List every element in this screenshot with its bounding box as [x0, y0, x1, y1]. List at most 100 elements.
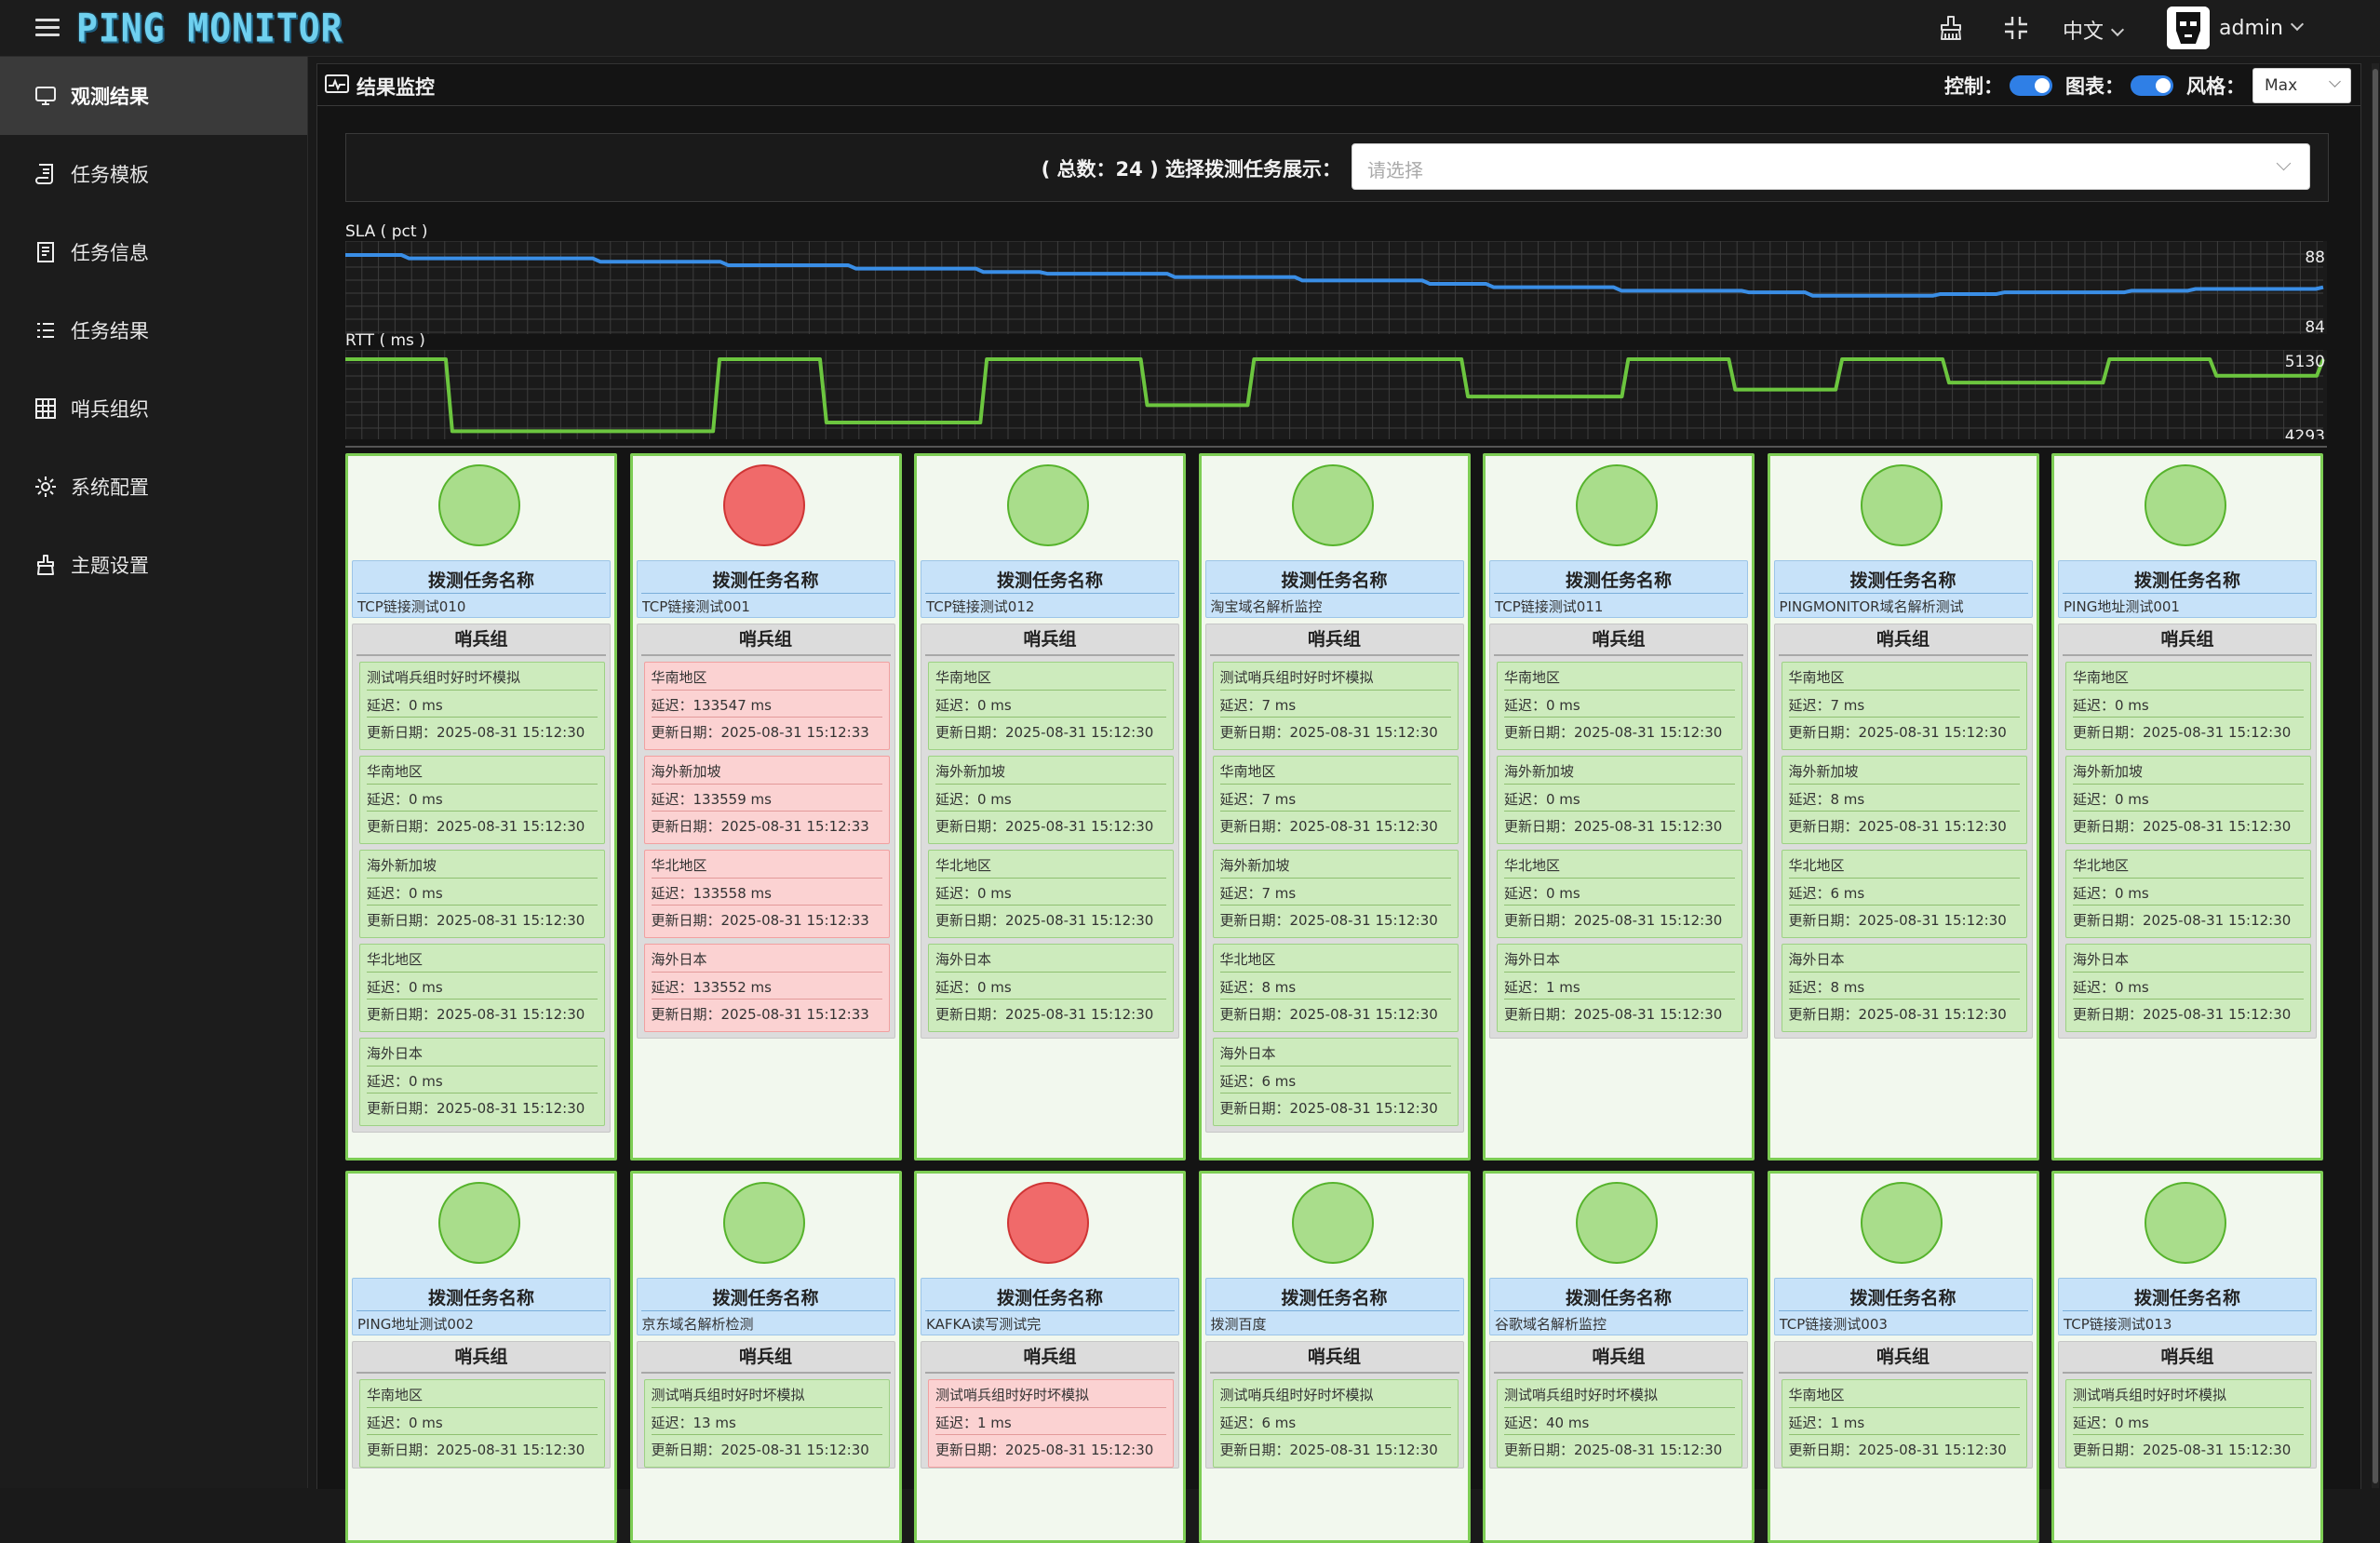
task-card[interactable]: 拨测任务名称 KAFKA读写测试完 哨兵组 测试哨兵组时好时坏模拟 延迟：1 ms 更新日… [914, 1171, 1186, 1543]
sentinel-item[interactable]: 海外新加坡 延迟：0 ms 更新日期：2025-08-31 15:12:30 [1497, 756, 1742, 844]
sentinel-item[interactable]: 华北地区 延迟：8 ms 更新日期：2025-08-31 15:12:30 [1212, 944, 1459, 1032]
sentinel-group-title: 哨兵组 [1209, 624, 1459, 656]
sentinel-region: 海外日本 [1788, 951, 1845, 968]
divider [1504, 1434, 1735, 1435]
sentinel-item[interactable]: 海外新加坡 延迟：7 ms 更新日期：2025-08-31 15:12:30 [1212, 850, 1459, 938]
sentinel-item[interactable]: 华南地区 延迟：0 ms 更新日期：2025-08-31 15:12:30 [359, 756, 605, 844]
task-name-title: 拨测任务名称 [2133, 570, 2240, 591]
sentinel-item[interactable]: 海外新加坡 延迟：8 ms 更新日期：2025-08-31 15:12:30 [1781, 756, 2027, 844]
chart-toggle[interactable] [2131, 75, 2173, 96]
sentinel-date: 更新日期：2025-08-31 15:12:30 [1788, 1006, 2007, 1023]
task-card[interactable]: 拨测任务名称 PING地址测试001 哨兵组 华南地区 延迟：0 ms 更新日期：2025… [2051, 453, 2323, 1161]
task-name-title: 拨测任务名称 [1565, 570, 1672, 591]
brush-icon [37, 555, 54, 575]
sidebar-item-theme[interactable]: 主题设置 [0, 526, 307, 604]
task-card[interactable]: 拨测任务名称 TCP链接测试012 哨兵组 华南地区 延迟：0 ms 更新日期：2025-… [914, 453, 1186, 1161]
sentinel-item[interactable]: 华南地区 延迟：0 ms 更新日期：2025-08-31 15:12:30 [359, 1379, 605, 1468]
sentinel-item[interactable]: 海外日本延迟：0 ms 更新日期：2025-08-31 15:12:30 [928, 944, 1174, 1032]
sidebar-item-task-results[interactable]: 任务结果 [0, 291, 307, 369]
sentinel-item[interactable]: 海外日本 延迟：133552 ms 更新日期：2025-08-31 15:12:33 [643, 944, 890, 1032]
sentinel-item[interactable]: 海外日本 延迟：0 ms 更新日期：2025-08-31 15:12:30 [359, 1038, 605, 1126]
sidebar-item-results[interactable]: 观测结果 [0, 57, 307, 135]
task-card[interactable]: 拨测任务名称 TCP链接测试010 哨兵组 测试哨兵组时好时坏模拟 延迟：0 ms 更新日… [345, 453, 617, 1161]
sentinel-item[interactable]: 海外新加坡 延迟：0 ms 更新日期：2025-08-31 15:12:30 [2065, 756, 2311, 844]
sentinel-item[interactable]: 测试哨兵组时好时坏模拟 延迟：40 ms 更新日期：2025-08-31 15:12… [1497, 1379, 1742, 1468]
task-card[interactable]: 拨测任务名称 PING地址测试002 哨兵组 华南地区 延迟：0 ms 更新日期：2025… [345, 1171, 617, 1543]
sentinel-item[interactable]: 海外日本 延迟：1 ms 更新日期：2025-08-31 15:12:30 [1497, 944, 1742, 1032]
task-card[interactable]: 拨测任务名称 谷歌域名解析监控 哨兵组 测试哨兵组时好时坏模拟 延迟：40 ms 更新日期… [1483, 1171, 1755, 1543]
sentinel-group-title: 哨兵组 [2063, 1342, 2312, 1374]
sentinel-item[interactable]: 测试哨兵组时好时坏模拟 延迟：0 ms 更新日期：2025-08-31 15:12:… [359, 662, 605, 750]
divider [1788, 972, 2020, 973]
sentinel-item[interactable]: 海外新加坡 延迟：133559 ms 更新日期：2025-08-31 15:12:3… [643, 756, 890, 844]
sentinel-item[interactable]: 海外新加坡 延迟：0 ms 更新日期：2025-08-31 15:12:30 [359, 850, 605, 938]
theme-brush-icon[interactable] [1936, 13, 1966, 43]
sidebar-item-system[interactable]: 系统配置 [0, 448, 307, 526]
task-card[interactable]: 拨测任务名称 TCP链接测试003 哨兵组 华南地区 延迟：1 ms 更新日期：2025-… [1767, 1171, 2039, 1543]
vertical-scrollbar[interactable] [2372, 63, 2379, 1488]
task-card[interactable]: 拨测任务名称 TCP链接测试013 哨兵组 测试哨兵组时好时坏模拟 延迟：0 ms 更新日… [2051, 1171, 2323, 1543]
chart-label: 图表： [2065, 75, 2124, 98]
sidebar-item-templates[interactable]: 任务模板 [0, 135, 307, 213]
sentinel-region: 海外日本 [935, 951, 992, 968]
sentinel-region: 海外新加坡 [935, 763, 1006, 780]
task-card[interactable]: 拨测任务名称 京东域名解析检测 哨兵组 测试哨兵组时好时坏模拟 延迟：13 ms 更新日期… [629, 1171, 902, 1543]
sentinel-group: 哨兵组 华南地区 延迟：0 ms 更新日期：2025-08-31 15:12:30 海外… [921, 624, 1179, 1039]
divider [935, 905, 1166, 906]
language-select[interactable]: 中文 [2063, 15, 2125, 45]
status-indicator [438, 1182, 520, 1264]
task-name-box: 拨测任务名称 TCP链接测试011 [1489, 560, 1748, 618]
control-toggle[interactable] [2010, 75, 2052, 96]
exit-fullscreen-icon[interactable] [2001, 13, 2031, 43]
divider [2073, 905, 2304, 906]
sentinel-item[interactable]: 华北地区 延迟：0 ms 更新日期：2025-08-31 15:12:30 [1497, 850, 1742, 938]
sentinel-delay: 延迟：0 ms [935, 979, 1012, 996]
task-card[interactable]: 拨测任务名称 淘宝域名解析监控 哨兵组 测试哨兵组时好时坏模拟 延迟：7 ms 更新日期：… [1198, 453, 1471, 1161]
sentinel-group-title: 哨兵组 [925, 1342, 1175, 1374]
sentinel-item[interactable]: 测试哨兵组时好时坏模拟 延迟：13 ms 更新日期：2025-08-31 15:12… [643, 1379, 890, 1468]
sentinel-item[interactable]: 华南地区 延迟：7 ms 更新日期：2025-08-31 15:12:30 [1212, 756, 1459, 844]
task-card[interactable]: 拨测任务名称 PINGMONITOR域名解析测试 哨兵组 华南地区 延迟：7 ms 更新日… [1767, 453, 2039, 1161]
sentinel-group: 哨兵组 华南地区 延迟：7 ms 更新日期：2025-08-31 15:12:30 海外… [1773, 624, 2033, 1039]
task-card[interactable]: 拨测任务名称 TCP链接测试011 哨兵组 华南地区 延迟：0 ms 更新日期：2025-… [1483, 453, 1755, 1161]
divider [651, 972, 882, 973]
sentinel-group-title: 哨兵组 [356, 624, 606, 656]
sentinel-item[interactable]: 华南地区 延迟：1 ms 更新日期：2025-08-31 15:12:30 [1781, 1379, 2027, 1468]
sentinel-item[interactable]: 华南地区 延迟：0 ms 更新日期：2025-08-31 15:12:30 [2065, 662, 2311, 750]
divider [1504, 905, 1735, 906]
sentinel-item[interactable]: 海外日本 延迟：8 ms 更新日期：2025-08-31 15:12:30 [1781, 944, 2027, 1032]
filter-label: ( 总数：24 ) 选择拨测任务展示： [1041, 158, 1341, 181]
sentinel-item[interactable]: 华北地区 延迟：133558 ms 更新日期：2025-08-31 15:12:33 [643, 850, 890, 938]
task-card[interactable]: 拨测任务名称 拨测百度 哨兵组 测试哨兵组时好时坏模拟 延迟：6 ms 更新日期：2025… [1198, 1171, 1471, 1543]
sentinel-item[interactable]: 华南地区 延迟：0 ms 更新日期：2025-08-31 15:12:30 [928, 662, 1174, 750]
sentinel-item[interactable]: 测试哨兵组时好时坏模拟 延迟：0 ms 更新日期：2025-08-31 15:12:… [2065, 1379, 2311, 1468]
sentinel-item[interactable]: 华北地区 延迟：6 ms 更新日期：2025-08-31 15:12:30 [1781, 850, 2027, 938]
sentinel-item[interactable]: 海外日本 延迟：6 ms 更新日期：2025-08-31 15:12:30 [1212, 1038, 1459, 1126]
divider [1788, 784, 2020, 785]
sentinel-date: 更新日期：2025-08-31 15:12:30 [2073, 724, 2292, 741]
sentinel-item[interactable]: 华北地区 延迟：0 ms 更新日期：2025-08-31 15:12:30 [928, 850, 1174, 938]
sidebar-item-info[interactable]: 任务信息 [0, 213, 307, 291]
divider [1219, 1093, 1451, 1094]
user-menu[interactable]: admin [2167, 6, 2305, 50]
sentinel-item[interactable]: 华北地区 延迟：0 ms 更新日期：2025-08-31 15:12:30 [2065, 850, 2311, 938]
task-select[interactable]: 请选择 [1351, 143, 2310, 190]
sentinel-item[interactable]: 测试哨兵组时好时坏模拟 延迟：1 ms 更新日期：2025-08-31 15:12:… [928, 1379, 1174, 1468]
task-card[interactable]: 拨测任务名称 TCP链接测试001 哨兵组 华南地区 延迟：133547 ms 更新日期：… [629, 453, 902, 1161]
sentinel-item[interactable]: 华北地区 延迟：0 ms 更新日期：2025-08-31 15:12:30 [359, 944, 605, 1032]
username: admin [2219, 16, 2283, 40]
style-select[interactable]: Max [2252, 68, 2351, 103]
sentinel-date: 更新日期：2025-08-31 15:12:30 [935, 1006, 1154, 1023]
sidebar-item-sentinels[interactable]: 哨兵组织 [0, 369, 307, 448]
menu-toggle-icon[interactable] [35, 19, 60, 37]
sentinel-item[interactable]: 华南地区 延迟：7 ms 更新日期：2025-08-31 15:12:30 [1781, 662, 2027, 750]
sentinel-item[interactable]: 海外新加坡 延迟：0 ms 更新日期：2025-08-31 15:12:30 [928, 756, 1174, 844]
sentinel-item[interactable]: 测试哨兵组时好时坏模拟 延迟：7 ms 更新日期：2025-08-31 15:12:… [1212, 662, 1459, 750]
sentinel-group-title: 哨兵组 [640, 624, 891, 656]
sentinel-item[interactable]: 海外日本 延迟：0 ms 更新日期：2025-08-31 15:12:30 [2065, 944, 2311, 1032]
sentinel-item[interactable]: 测试哨兵组时好时坏模拟 延迟：6 ms 更新日期：2025-08-31 15:12:… [1212, 1379, 1459, 1468]
sentinel-item[interactable]: 华南地区 延迟：133547 ms 更新日期：2025-08-31 15:12:33 [643, 662, 890, 750]
sentinel-region: 测试哨兵组时好时坏模拟 [651, 1387, 805, 1403]
sentinel-item[interactable]: 华南地区 延迟：0 ms 更新日期：2025-08-31 15:12:30 [1497, 662, 1742, 750]
app-logo[interactable]: PING MONITOR [76, 6, 343, 50]
